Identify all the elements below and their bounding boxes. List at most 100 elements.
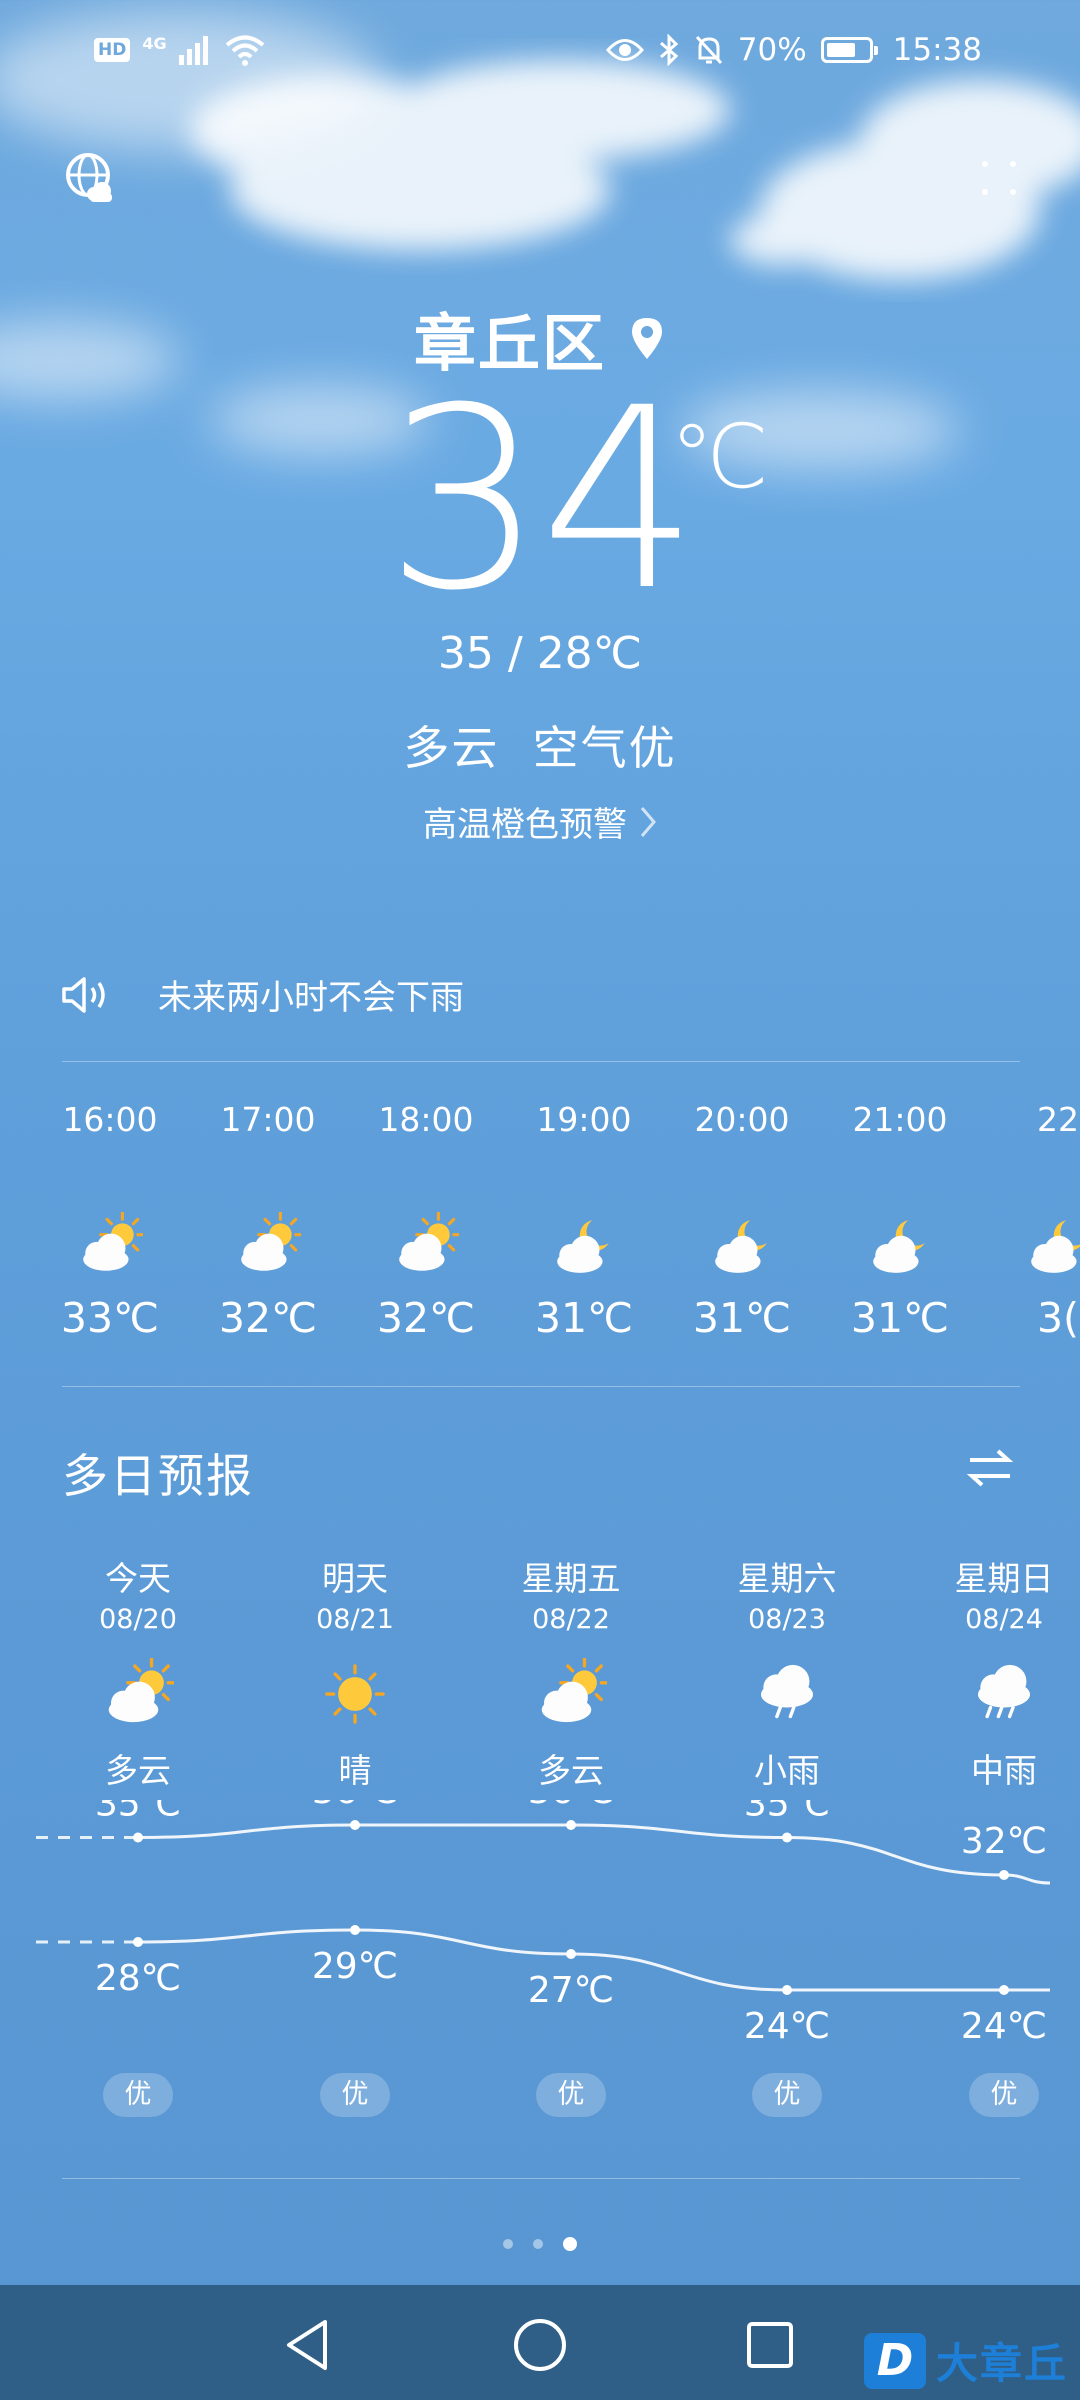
daily-item: 星期六 08/23 小雨 [697,1552,877,1792]
high-temp-label: 36℃ [312,1800,398,1812]
high-temp-label: 35℃ [744,1800,830,1825]
partly-cloudy-day-icon [399,1212,459,1271]
day-name: 星期五 [521,1559,621,1598]
hourly-temp: 32℃ [218,1294,318,1342]
partly-cloudy-night-icon [1031,1220,1080,1273]
partly-cloudy-night-icon [873,1220,925,1273]
hd-icon: HD [94,38,131,62]
daily-item: 星期日 08/24 中雨 [914,1552,1080,1792]
rain-notice[interactable]: 未来两小时不会下雨 [60,970,464,1019]
high-temp-point [999,1870,1009,1880]
clock: 15:38 [892,32,982,68]
nav-recents-button[interactable] [730,2305,810,2385]
nav-home-button[interactable] [500,2305,580,2385]
status-left: HD 4G [94,34,265,66]
wifi-icon [225,35,264,66]
rain-notice-text: 未来两小时不会下雨 [158,978,464,1018]
high-temp-point [782,1832,792,1843]
divider [62,1061,1020,1062]
hourly-temp: 31℃ [534,1294,634,1342]
current-temperature: 34 [384,354,699,645]
hourly-item: 17:00 32℃ [198,1100,338,1342]
eye-icon [605,39,644,61]
hourly-temp: 32℃ [376,1294,476,1342]
more-button[interactable] [966,145,1032,211]
partly-cloudy-night-icon [715,1220,767,1273]
bluetooth-icon [659,34,678,66]
hourly-item: 22 3( [988,1100,1080,1342]
hourly-forecast[interactable]: 16:00 33℃ 17:00 32℃ 18:00 32℃ 19:00 31℃ 20:0… [0,1100,1080,1370]
partly-cloudy-day-icon [541,1658,607,1723]
partly-cloudy-night-icon [557,1220,609,1273]
city-manage-button[interactable] [58,145,124,211]
high-temp-point [566,1820,576,1830]
switch-view-button[interactable] [964,1442,1016,1494]
battery-fill [826,43,855,57]
current-temp-unit: ℃ [670,405,769,508]
high-temp-label: 36℃ [528,1800,614,1812]
bell-off-icon [695,35,722,65]
day-icon [697,1658,877,1738]
low-temp-label: 29℃ [312,1946,398,1987]
weather-alert[interactable]: 高温橙色预警 [0,797,1080,846]
day-condition: 小雨 [754,1751,820,1790]
speaker-icon [62,976,105,1013]
daily-item: 明天 08/21 晴 [265,1552,445,1792]
light-rain-icon [761,1664,813,1719]
day-date: 08/20 [99,1604,177,1635]
low-temp-point [566,1949,576,1959]
day-condition: 晴 [338,1751,372,1790]
globe-cloud-icon [66,153,112,202]
divider [62,2178,1020,2179]
current-condition: 多云 空气优 [403,721,677,775]
hourly-item: 18:00 32℃ [356,1100,496,1342]
hourly-time: 19:00 [536,1100,632,1139]
air-quality-badge: 优 [969,2073,1039,2117]
status-right: 70% 15:38 [605,32,982,68]
low-temp-point [350,1925,360,1935]
day-icon [481,1658,661,1738]
temp-range: 35 / 28℃ [437,628,643,679]
page-dot [563,2237,577,2251]
hourly-item: 16:00 33℃ [40,1100,180,1342]
partly-cloudy-day-icon [241,1212,301,1271]
hourly-time: 17:00 [220,1100,316,1139]
high-temp-point [350,1820,360,1830]
day-name: 今天 [105,1559,171,1598]
page-dot [503,2239,513,2249]
high-temp-label: 32℃ [961,1821,1047,1862]
network-type: 4G [142,33,167,53]
back-icon [287,2320,327,2370]
hourly-icon [830,1212,970,1282]
page-dot [533,2239,543,2249]
hourly-icon [356,1212,496,1282]
current-temp-wrap: 34 [0,375,1080,625]
day-icon [914,1658,1080,1738]
home-icon [514,2319,566,2371]
low-temp-point [782,1985,792,1995]
alert-text: 高温橙色预警 [423,805,627,845]
air-quality-badge: 优 [103,2073,173,2117]
day-date: 08/21 [316,1604,394,1635]
air-quality-badge: 优 [320,2073,390,2117]
day-condition: 多云 [105,1751,171,1790]
swap-arrows-icon [966,1449,1014,1487]
daily-forecast-title: 多日预报 [62,1449,254,1503]
hourly-icon [672,1212,812,1282]
signal-icon [178,36,208,65]
high-temp-line [137,1823,1051,1885]
hourly-item: 21:00 31℃ [830,1100,970,1342]
hourly-icon [514,1212,654,1282]
hourly-temp: 31℃ [850,1294,950,1342]
day-name: 星期日 [954,1559,1054,1598]
hourly-time: 21:00 [852,1100,948,1139]
daily-item: 今天 08/20 多云 [48,1552,228,1792]
low-temp-label: 27℃ [528,1970,614,2011]
day-date: 08/24 [965,1604,1043,1635]
nav-back-button[interactable] [268,2305,348,2385]
hourly-icon [40,1212,180,1282]
moderate-rain-icon [978,1664,1030,1719]
day-icon [265,1658,445,1738]
divider [62,1386,1020,1387]
hourly-time: 16:00 [62,1100,158,1139]
